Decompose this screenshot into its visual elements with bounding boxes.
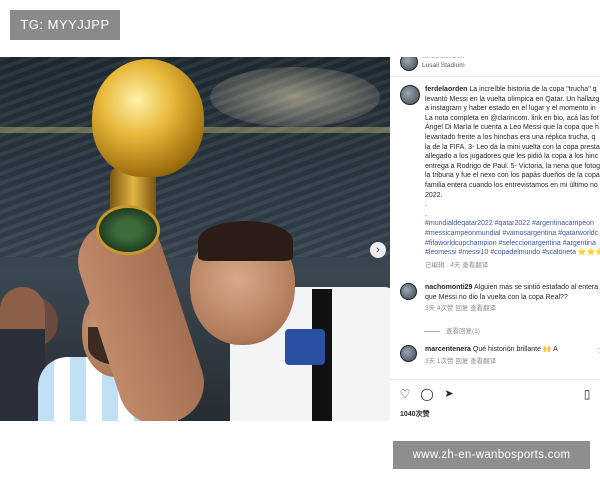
instagram-post: › ferdelaorden Lusail Stadium ferdelaord… [0, 57, 600, 421]
comment-meta[interactable]: 3天 1次赞 回复 查看翻译 [425, 357, 600, 367]
caption-line: . [425, 201, 427, 209]
comment-username[interactable]: marcentenera [425, 346, 471, 353]
post-photo[interactable]: › [0, 57, 390, 421]
caption-line: 2022. [425, 191, 443, 199]
caption-line: La nota completa en @clarincom. link en … [425, 114, 599, 122]
hashtag-link[interactable]: #messicampeonmundial #vamosargentina #qa… [425, 229, 600, 239]
hashtag-link[interactable]: #leomessi #messi10 #copadelmundo #scalon… [425, 248, 600, 258]
caption-line: la de la FIFA. 3- Leo da la mini vuelta … [425, 143, 600, 151]
post-side-panel: ferdelaorden Lusail Stadium ferdelaorden… [390, 57, 600, 421]
comment-avatar[interactable] [400, 283, 417, 300]
avatar[interactable] [400, 57, 418, 71]
jersey-badge [285, 329, 325, 365]
action-bar: ♡ ◯ ➤ ▯ [398, 387, 598, 401]
bookmark-icon[interactable]: ▯ [580, 387, 594, 401]
comment-like-icon[interactable]: ♡ [596, 347, 600, 355]
comment-text: Qué historión brillante 🙌 A [472, 346, 558, 353]
player-right-hair [198, 221, 293, 261]
caption-line: familia entera cuando los entrevistamos … [425, 181, 598, 189]
trophy-ring [96, 205, 160, 255]
caption-line: Ángel Di María le cuenta a Leo Messi que… [425, 124, 599, 132]
stadium-glow [210, 67, 380, 127]
hashtag-link[interactable]: #mundialdeqatar2022 #qatar2022 #argentin… [425, 219, 600, 229]
comment-text: que Messi no dio la vuelta con la copa R… [425, 293, 568, 301]
caption-line: . [425, 210, 427, 218]
replies-line [424, 330, 440, 332]
caption-line: levantado frente a los hinchas era una r… [425, 133, 596, 141]
share-icon[interactable]: ➤ [442, 387, 456, 401]
comment-meta[interactable]: 3天 4次赞 回复 查看翻译 [425, 304, 600, 314]
view-replies-link[interactable]: 查看回复(3) [424, 325, 480, 335]
divider [390, 76, 600, 77]
post-header: ferdelaorden Lusail Stadium [398, 57, 598, 73]
location-link[interactable]: Lusail Stadium [422, 62, 465, 69]
tag-label: TG: MYYJJPP [10, 10, 120, 40]
next-image-button[interactable]: › [370, 242, 386, 258]
comment-text: Alguien más se sintió estafado al entera [474, 284, 599, 291]
caption-line: entrega a Rodrigo de Paul. 5- Victoria, … [425, 162, 600, 170]
caption-line: La increíble historia de la copa "trucha… [469, 86, 597, 93]
view-replies-text: 查看回复(3) [446, 328, 480, 335]
caption-line: allegado a los jugadores que les pidió l… [425, 153, 599, 161]
trophy-icon [92, 59, 204, 177]
comment-username[interactable]: nachomonti29 [425, 284, 472, 291]
caption-meta[interactable]: 已编辑 · 4天 查看翻译 [425, 261, 600, 271]
comment-icon[interactable]: ◯ [420, 387, 434, 401]
caption-avatar[interactable] [400, 85, 420, 105]
like-icon[interactable]: ♡ [398, 387, 412, 401]
hashtag-link[interactable]: #fifaworldcupchampion #seleccionargentin… [425, 239, 600, 249]
caption-line: a instagram y haber estado en el lugar y… [425, 105, 596, 113]
caption-username[interactable]: ferdelaorden [425, 86, 467, 93]
watermark-text: www.zh-en-wanbosports.com [393, 441, 590, 469]
caption-line: la tribuna y fue el nexo con los papás d… [425, 172, 600, 180]
like-count[interactable]: 1040次赞 [400, 409, 430, 419]
comment-like-icon[interactable]: ♡ [596, 287, 600, 295]
comment-avatar[interactable] [400, 345, 417, 362]
divider [390, 379, 600, 380]
header-username[interactable]: ferdelaorden [422, 57, 464, 60]
caption-line: levantó Messi en la vuelta olímpica en Q… [425, 95, 600, 103]
